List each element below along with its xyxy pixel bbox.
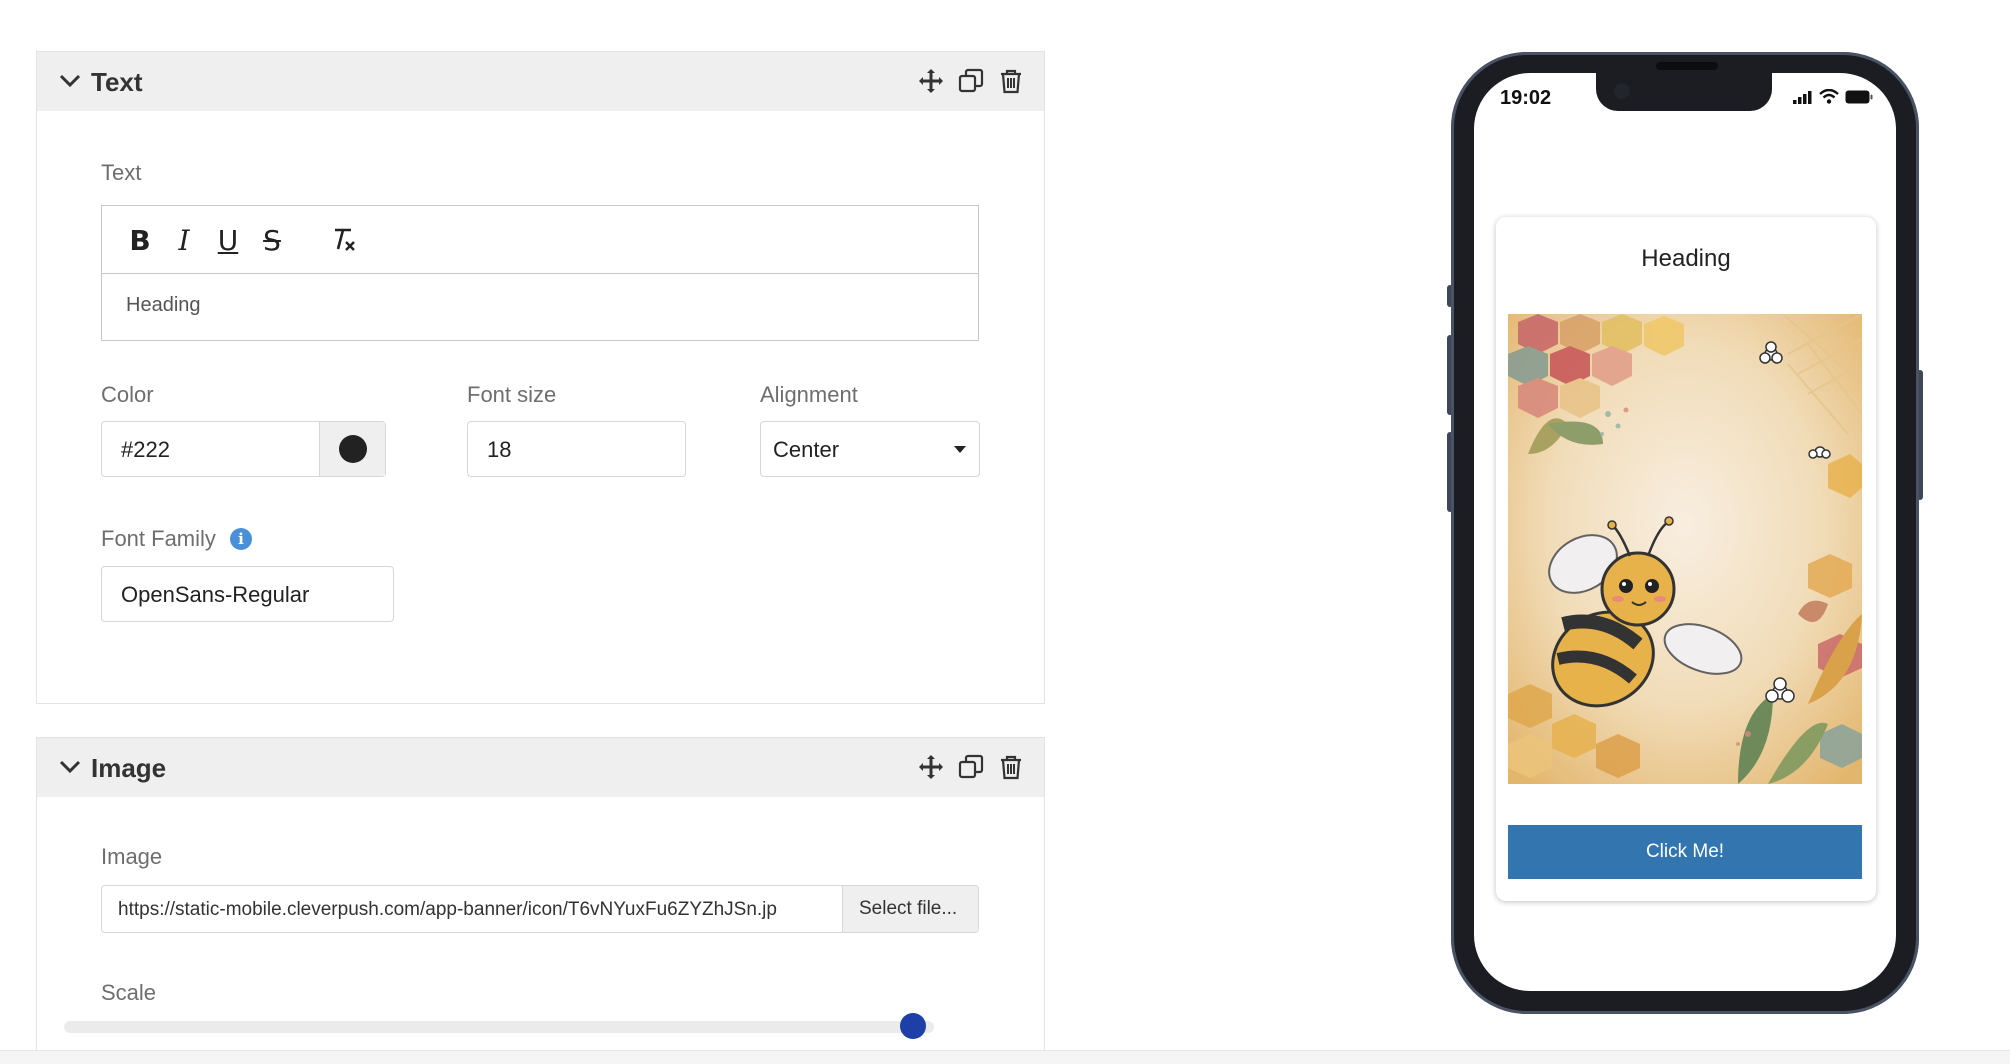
scale-slider[interactable] [64,1021,934,1033]
editor-toolbar: B I U S [102,206,978,274]
trash-icon[interactable] [998,754,1024,780]
strikethrough-icon[interactable]: S [254,222,290,258]
font-size-label: Font size [467,382,557,407]
banner-image [1508,314,1862,784]
bold-icon[interactable]: B [122,222,158,258]
color-label: Color [101,382,154,407]
click-me-button[interactable]: Click Me! [1508,825,1862,879]
signal-icon [1793,90,1812,104]
image-url-input[interactable]: https://static-mobile.cleverpush.com/app… [101,885,979,933]
alignment-select[interactable]: Center [760,421,980,477]
text-panel-header[interactable]: Text [37,52,1044,111]
scale-slider-thumb[interactable] [899,1013,926,1039]
duplicate-icon[interactable] [958,68,984,94]
camera-icon [1614,83,1630,99]
caret-down-icon [954,446,966,453]
color-picker-button[interactable] [319,422,385,476]
status-time: 19:02 [1500,87,1552,109]
color-swatch [339,435,367,463]
rich-text-editor[interactable]: B I U S Heading [101,205,979,341]
select-file-label: Select file... [859,898,958,919]
font-family-label: Font Family [101,526,216,551]
color-value: #222 [121,437,170,462]
alignment-label: Alignment [760,382,858,407]
underline-icon[interactable]: U [210,222,246,258]
status-icons [1793,89,1873,104]
panel-title: Text [91,67,143,97]
duplicate-icon[interactable] [958,754,984,780]
panel-title: Image [91,753,167,783]
select-file-button[interactable]: Select file... [842,886,978,932]
text-panel: Text Text B I U S Heading Color #222 Fon… [36,51,1045,704]
image-panel: Image Image https://static-mobile.clever… [36,737,1045,1057]
chevron-down-icon[interactable] [57,756,83,778]
move-icon[interactable] [918,68,944,94]
editor-content[interactable]: Heading [126,294,201,317]
alignment-value: Center [773,437,840,462]
chevron-down-icon[interactable] [57,70,83,92]
bottom-divider [0,1050,2010,1064]
scale-label: Scale [101,980,157,1005]
banner-card: Heading Click Me! [1496,217,1876,901]
wifi-icon [1819,89,1839,104]
font-size-value: 18 [487,437,512,462]
color-input[interactable]: #222 [101,421,386,477]
clear-format-icon[interactable] [326,222,362,258]
font-family-input[interactable]: OpenSans-Regular [101,566,394,622]
font-family-value: OpenSans-Regular [121,582,310,607]
battery-icon [1845,90,1873,103]
italic-icon[interactable]: I [166,222,202,258]
banner-heading: Heading [1641,245,1731,272]
image-panel-header[interactable]: Image [37,738,1044,797]
phone-speaker [1656,62,1718,70]
move-icon[interactable] [918,754,944,780]
info-icon[interactable]: i [230,528,252,550]
image-url-value: https://static-mobile.cleverpush.com/app… [118,899,777,920]
font-size-input[interactable]: 18 [467,421,686,477]
text-label: Text [101,160,142,185]
image-label: Image [101,844,163,869]
trash-icon[interactable] [998,68,1024,94]
